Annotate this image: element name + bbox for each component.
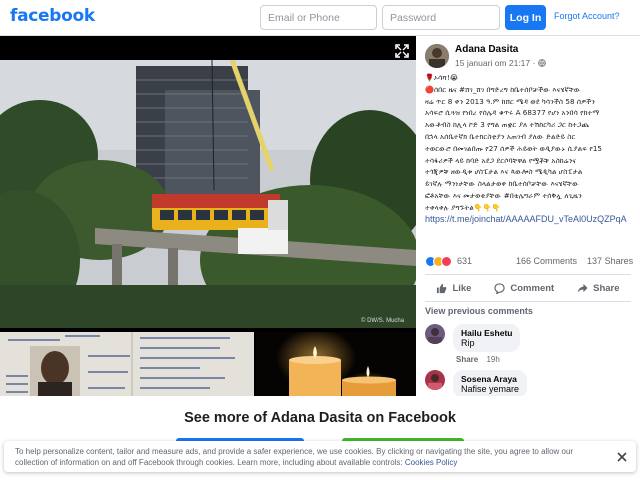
comment-button[interactable]: Comment xyxy=(494,283,554,294)
post-text-line: ተወርውሮ በመገልበጡ የ27 ሰዎች ሕይወት ወዲያውኑ ሲያልፍ የ15 xyxy=(425,143,603,153)
share-label: Share xyxy=(593,282,620,294)
bus-accident-photo[interactable] xyxy=(0,60,416,328)
reactions-summary[interactable]: 631 xyxy=(425,254,472,268)
post-actions: Like Comment Share xyxy=(425,274,631,302)
telegram-link[interactable]: https://t.me/joinchat/AAAAAFDU_vTeAl0UzQ… xyxy=(425,214,631,226)
reaction-count: 631 xyxy=(457,256,473,266)
post-panel: Adana Dasita 15 januari om 21:17 · 🌹ኦሳሻ!… xyxy=(416,36,640,396)
comment-bubble: Sosena Araya Nafise yemare xyxy=(453,370,528,396)
commenter-avatar[interactable] xyxy=(425,370,445,390)
forgot-account-link[interactable]: Forgot Account? xyxy=(554,11,620,21)
post-text-line: አውቶብስ ከሊላ ኮድ 3 የግል ጠቋር ያለ ተሽከርካሪ ጋር ከተጋጨ xyxy=(425,120,590,130)
post-text-line: 🔴ሰበር ዜና #ሸገ_ሸገ በግድረግ ከቤተሰቦቻችው እናሄኛቸው xyxy=(425,84,581,94)
share-icon xyxy=(577,283,588,293)
comment-share-link[interactable]: Share xyxy=(456,355,478,364)
cookie-notice: To help personalize content, tailor and … xyxy=(15,447,590,468)
cookie-banner: To help personalize content, tailor and … xyxy=(4,441,636,472)
comment-time[interactable]: 19h xyxy=(486,355,499,364)
share-button[interactable]: Share xyxy=(577,282,620,294)
commenter-name[interactable]: Sosena Araya xyxy=(461,374,519,384)
see-more-heading: See more of Adana Dasita on Facebook xyxy=(184,410,456,426)
thumbs-up-icon xyxy=(437,283,447,293)
commenter-avatar[interactable] xyxy=(425,324,445,344)
view-previous-comments-link[interactable]: View previous comments xyxy=(425,306,533,316)
top-bar: facebook Log In Forgot Account? xyxy=(0,0,640,36)
photo-viewer: © DW/S. Mucha xyxy=(0,36,416,396)
post-text-line: ተሳፋሪዎች ላይ ከባድ አደጋ ደርሶባቸዋል የሟቾቹ አስከሬንና xyxy=(425,155,577,165)
shares-count[interactable]: 137 Shares xyxy=(587,256,633,266)
comment-icon xyxy=(494,282,506,294)
like-button[interactable]: Like xyxy=(436,283,471,294)
comments-count[interactable]: 166 Comments xyxy=(516,256,577,266)
password-field[interactable] xyxy=(382,5,500,30)
comment-text: Nafise yemare xyxy=(461,384,520,394)
id-card-photo[interactable] xyxy=(0,332,254,396)
comment-label: Comment xyxy=(510,282,555,294)
email-field[interactable] xyxy=(260,5,377,30)
photo-credit: © DW/S. Mucha xyxy=(361,318,405,324)
post-text-line: አሳፍሮ ሲጓዝ የነበረ የሰሌዳ ቁጥሩ A 68377 የሆነ አንበሳ … xyxy=(425,108,600,118)
candles-photo[interactable] xyxy=(256,332,416,396)
commenter-name[interactable]: Hailu Eshetu xyxy=(461,328,512,338)
engagement-counts: 166 Comments 137 Shares xyxy=(516,256,633,266)
author-avatar[interactable] xyxy=(425,44,449,68)
post-text-line: ዛሬ ጥር 8 ቀን 2013 ዓ.ም ከሸር ሜዳ ወደ ካሳንችስ 58 ሰ… xyxy=(425,96,595,106)
post-text-line: በኋላ አሰቤተኛክ ቤተክርስቲያን አጠገብ ያለው ድልድይ ስር xyxy=(425,131,576,141)
post-date[interactable]: 15 januari om 21:17 · xyxy=(455,58,546,68)
post-author[interactable]: Adana Dasita xyxy=(455,44,518,55)
love-reaction-icon xyxy=(441,255,452,267)
post-text-line: ይገኛሉ ማንነታቸው ስላልታወቀ ከቤተሰቦቻቸው እናሄኛቸው xyxy=(425,179,580,189)
cookies-policy-link[interactable]: Cookies Policy xyxy=(405,458,457,467)
like-label: Like xyxy=(452,282,472,294)
cookie-text: To help personalize content, tailor and … xyxy=(15,447,574,467)
comment-meta: Share 19h xyxy=(456,355,500,364)
facebook-logo[interactable]: facebook xyxy=(10,6,95,26)
post-text-line: ተቀላቀሉ ያግኙትል👇👇👇 xyxy=(425,202,501,212)
post-text-line: 🌹ኦሳሻ!😭 xyxy=(425,73,459,82)
post-text-line: ተጎጂዎቹ ዘውዲቱ ሆስፒታል እና ጳውሎስ ሜዲካል ሆስፒታል xyxy=(425,167,583,177)
login-button[interactable]: Log In xyxy=(505,5,546,30)
post-text: 🌹ኦሳሻ!😭 🔴ሰበር ዜና #ሸገ_ሸገ በግድረግ ከቤተሰቦቻችው እናሄ… xyxy=(425,72,631,225)
globe-icon xyxy=(537,59,546,67)
post-text-line: ፎቶአቸው እና መታወቂያቸው #በቴሌግራም ተሰቅሏ ለጊዜን xyxy=(425,190,582,200)
expand-icon[interactable] xyxy=(395,44,409,58)
comment-bubble: Hailu Eshetu Rip xyxy=(453,324,521,352)
close-icon[interactable] xyxy=(616,451,628,463)
comment-text: Rip xyxy=(461,338,475,348)
